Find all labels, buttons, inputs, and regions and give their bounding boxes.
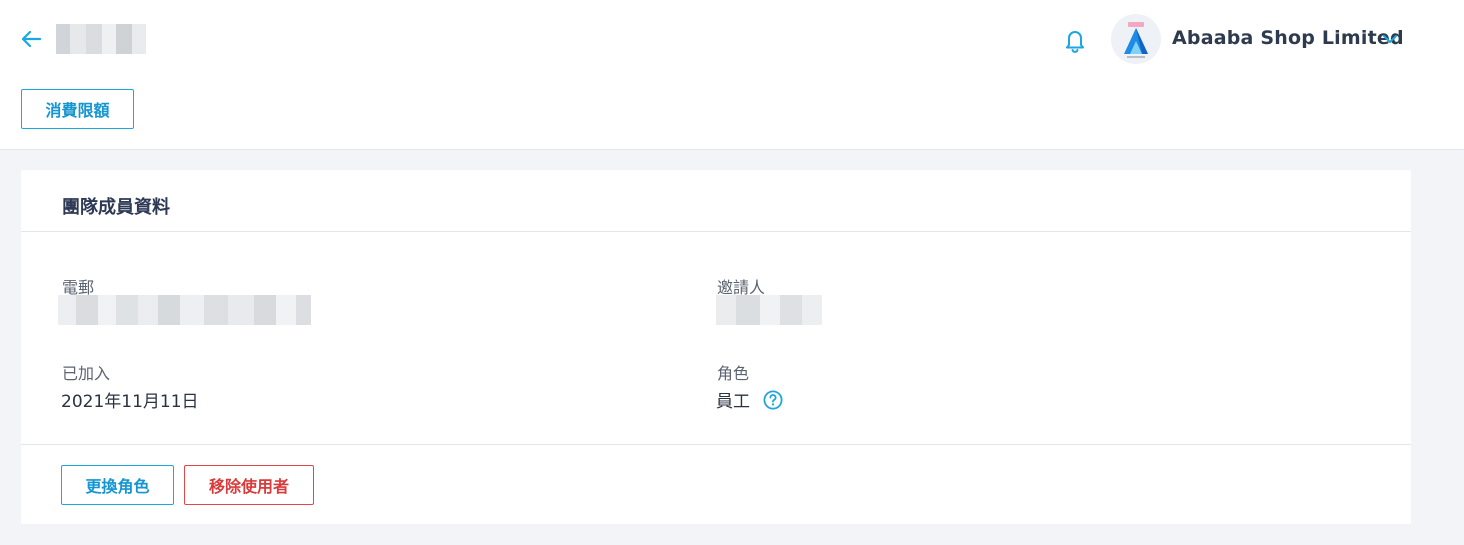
card-footer-divider bbox=[21, 444, 1411, 445]
shop-logo-icon bbox=[1111, 14, 1161, 64]
remove-user-button[interactable]: 移除使用者 bbox=[184, 465, 314, 505]
role-value: 員工 bbox=[716, 392, 750, 412]
arrow-left-icon bbox=[21, 30, 42, 48]
account-menu-toggle[interactable] bbox=[1381, 30, 1399, 48]
joined-value: 2021年11月11日 bbox=[61, 392, 199, 412]
redacted-page-title bbox=[56, 24, 146, 54]
top-bar: Abaaba Shop Limited 消費限額 bbox=[0, 0, 1464, 150]
redacted-email-value bbox=[58, 295, 311, 325]
account-name[interactable]: Abaaba Shop Limited bbox=[1172, 27, 1404, 49]
back-button[interactable] bbox=[18, 26, 44, 52]
question-circle-icon bbox=[763, 390, 783, 410]
role-label: 角色 bbox=[717, 364, 750, 383]
chevron-down-icon bbox=[1383, 35, 1397, 43]
joined-label: 已加入 bbox=[62, 364, 111, 383]
change-role-button[interactable]: 更換角色 bbox=[61, 465, 174, 505]
shop-avatar[interactable] bbox=[1111, 14, 1161, 64]
spending-limit-button[interactable]: 消費限額 bbox=[21, 89, 134, 129]
notifications-button[interactable] bbox=[1062, 26, 1088, 54]
member-info-card: 團隊成員資料 電郵 邀請人 已加入 2021年11月11日 角色 員工 更換角色… bbox=[21, 170, 1411, 524]
role-help-button[interactable] bbox=[763, 390, 783, 410]
card-title: 團隊成員資料 bbox=[62, 197, 170, 218]
card-header-divider bbox=[21, 231, 1411, 232]
redacted-inviter-value bbox=[716, 295, 822, 325]
bell-icon bbox=[1066, 31, 1084, 53]
